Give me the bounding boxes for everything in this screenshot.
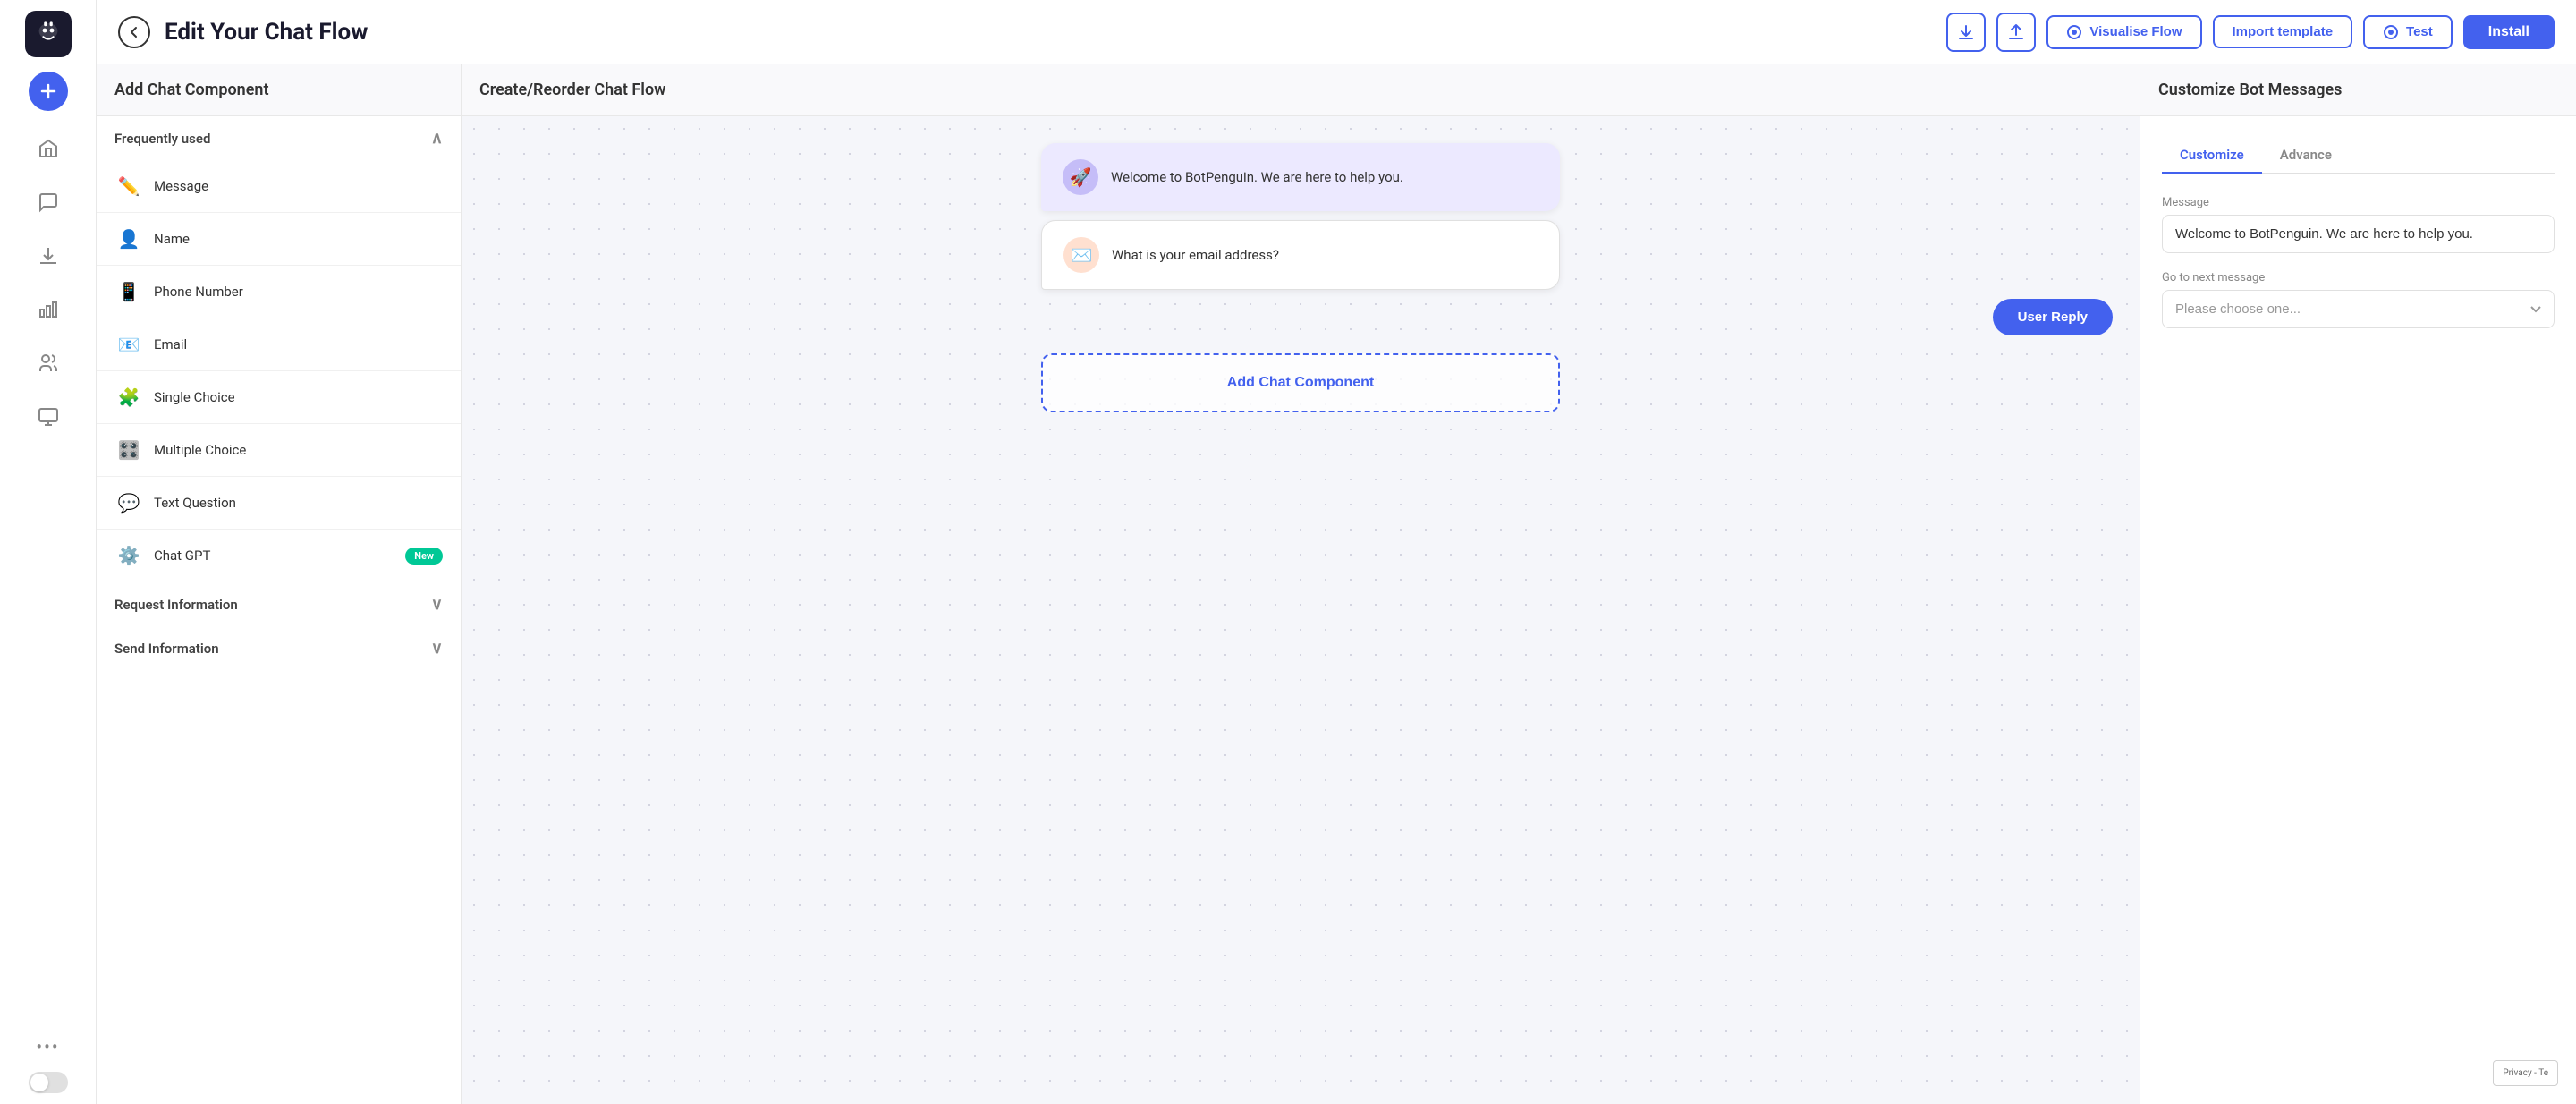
download-button[interactable] [1946,13,1986,52]
email-bubble-icon: ✉️ [1063,237,1099,273]
bubble-welcome-wrapper: 🚀 Welcome to BotPenguin. We are here to … [1041,143,1560,211]
next-message-form-group: Go to next message Please choose one... [2162,271,2555,328]
message-icon: ✏️ [114,172,143,200]
test-button[interactable]: Test [2363,15,2453,49]
flow-canvas[interactable]: 🚀 Welcome to BotPenguin. We are here to … [462,116,2140,1104]
bubble-email-wrapper: ✉️ What is your email address? [1041,220,1560,290]
middle-panel: Create/Reorder Chat Flow 🚀 Welcome to Bo… [462,64,2140,1104]
page-title: Edit Your Chat Flow [165,19,1932,46]
tab-advance[interactable]: Advance [2262,138,2350,174]
app-logo [25,11,72,57]
sidebar: ••• [0,0,97,1104]
component-phone-number[interactable]: 📱 Phone Number [97,266,461,318]
phone-icon: 📱 [114,277,143,306]
bot-icon-1: 🚀 [1063,159,1098,195]
more-options[interactable]: ••• [36,1036,59,1057]
right-panel: Customize Bot Messages Customize Advance… [2140,64,2576,1104]
component-name[interactable]: 👤 Name [97,213,461,266]
text-question-icon: 💬 [114,488,143,517]
add-chat-component-button[interactable]: Add Chat Component [1041,353,1560,412]
customize-tabs: Customize Advance [2162,138,2555,174]
middle-panel-header: Create/Reorder Chat Flow [462,64,2140,116]
component-multiple-choice[interactable]: 🎛️ Multiple Choice [97,424,461,477]
component-chat-gpt[interactable]: ⚙️ Chat GPT New [97,530,461,582]
email-icon: 📧 [114,330,143,359]
add-button[interactable] [29,72,68,111]
new-badge: New [405,548,443,565]
right-panel-body: Customize Advance Message Go to next mes… [2140,116,2576,1104]
nav-users[interactable] [25,340,72,386]
left-panel-body: Frequently used ∧ ✏️ Message 👤 Name 📱 Ph… [97,116,461,1104]
install-button[interactable]: Install [2463,15,2555,49]
next-message-label: Go to next message [2162,271,2555,284]
theme-toggle[interactable] [29,1072,68,1093]
left-panel-header: Add Chat Component [97,64,461,116]
bubble-welcome[interactable]: 🚀 Welcome to BotPenguin. We are here to … [1041,143,1560,211]
section-send-information[interactable]: Send Information ∨ [97,626,461,670]
bubble-email[interactable]: ✉️ What is your email address? [1041,220,1560,290]
panels: Add Chat Component Frequently used ∧ ✏️ … [97,64,2576,1104]
component-text-question[interactable]: 💬 Text Question [97,477,461,530]
nav-home[interactable] [25,125,72,172]
tab-customize[interactable]: Customize [2162,138,2262,174]
header: Edit Your Chat Flow Visualise Flow Impor… [97,0,2576,64]
chat-gpt-icon: ⚙️ [114,541,143,570]
main-content: Edit Your Chat Flow Visualise Flow Impor… [97,0,2576,1104]
name-icon: 👤 [114,225,143,253]
message-form-group: Message [2162,196,2555,253]
back-button[interactable] [118,16,150,48]
user-reply-button[interactable]: User Reply [1993,299,2113,335]
single-choice-icon: 🧩 [114,383,143,412]
recaptcha-badge: Privacy - Te [2493,1060,2558,1086]
visualise-flow-button[interactable]: Visualise Flow [2046,15,2201,49]
nav-analytics[interactable] [25,286,72,333]
next-message-select[interactable]: Please choose one... [2162,290,2555,328]
chevron-down-icon-1: ∨ [431,595,443,614]
header-actions: Visualise Flow Import template Test Inst… [1946,13,2555,52]
nav-download[interactable] [25,233,72,279]
message-input[interactable] [2162,215,2555,253]
import-template-button[interactable]: Import template [2213,15,2353,48]
multiple-choice-icon: 🎛️ [114,436,143,464]
section-frequently-used[interactable]: Frequently used ∧ [97,116,461,160]
chevron-down-icon-2: ∨ [431,639,443,658]
component-message[interactable]: ✏️ Message [97,160,461,213]
nav-chat[interactable] [25,179,72,225]
nav-display[interactable] [25,394,72,440]
right-panel-header: Customize Bot Messages [2140,64,2576,116]
section-request-information[interactable]: Request Information ∨ [97,582,461,626]
component-single-choice[interactable]: 🧩 Single Choice [97,371,461,424]
left-panel: Add Chat Component Frequently used ∧ ✏️ … [97,64,462,1104]
component-email[interactable]: 📧 Email [97,318,461,371]
upload-button[interactable] [1996,13,2036,52]
message-label: Message [2162,196,2555,209]
chevron-up-icon: ∧ [431,129,443,148]
